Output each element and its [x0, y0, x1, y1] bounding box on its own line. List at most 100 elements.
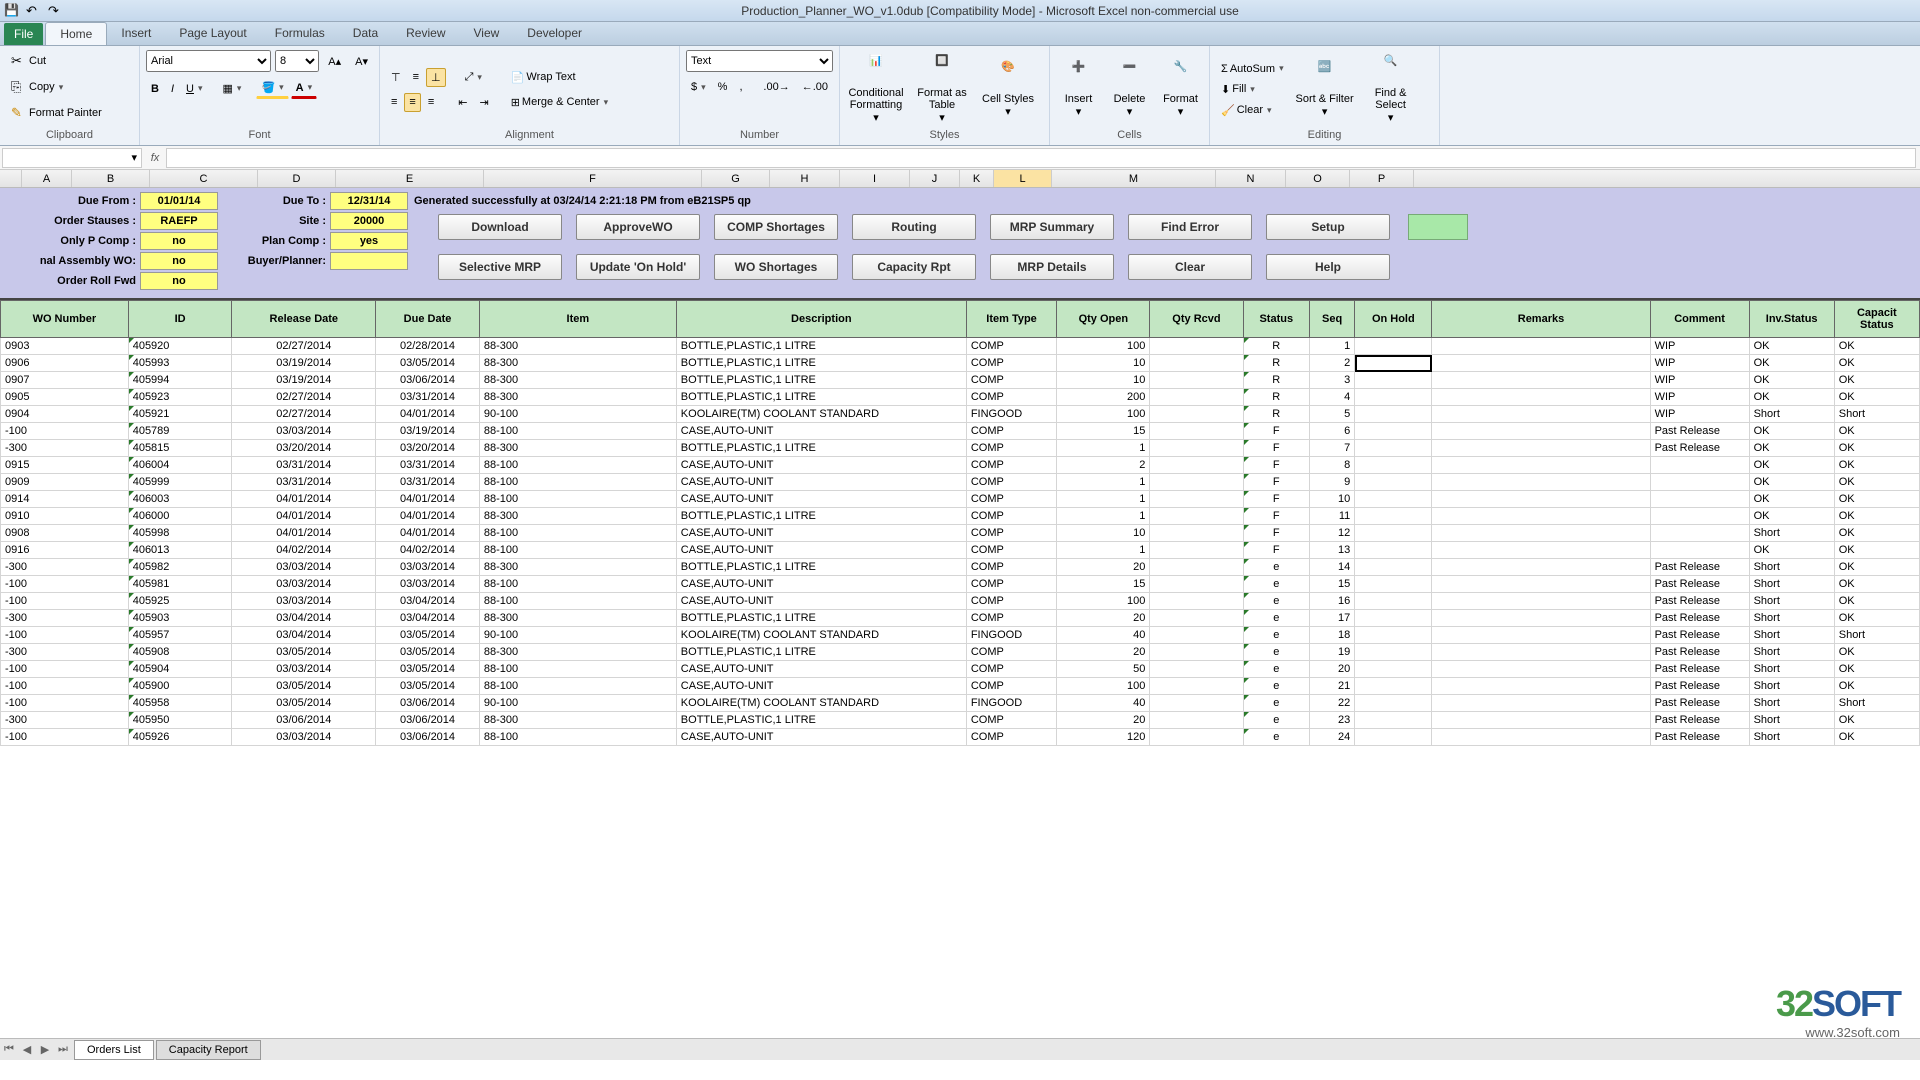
sheet-nav-prev-icon[interactable]: ◀ [18, 1043, 36, 1056]
cell[interactable] [1650, 542, 1749, 559]
column-header[interactable]: Comment [1650, 301, 1749, 338]
cell[interactable]: 04/01/2014 [232, 491, 376, 508]
cell[interactable]: 0915 [1, 457, 129, 474]
cell[interactable]: e [1243, 627, 1310, 644]
cell[interactable]: OK [1834, 372, 1919, 389]
cell[interactable]: -300 [1, 559, 129, 576]
cell[interactable]: Short [1749, 610, 1834, 627]
column-header[interactable]: Description [676, 301, 966, 338]
cell[interactable] [1432, 406, 1650, 423]
column-header[interactable]: Remarks [1432, 301, 1650, 338]
cell[interactable]: 405982 [128, 559, 232, 576]
table-row[interactable]: 091440600304/01/201404/01/201488-100CASE… [1, 491, 1920, 508]
col-header-A[interactable]: A [22, 170, 72, 187]
currency-icon[interactable]: $ [686, 78, 711, 96]
cell[interactable]: 405925 [128, 593, 232, 610]
cell[interactable]: e [1243, 661, 1310, 678]
cell[interactable]: 405926 [128, 729, 232, 746]
cell[interactable]: 10 [1057, 355, 1150, 372]
cell[interactable] [1355, 610, 1432, 627]
cell[interactable]: 0914 [1, 491, 129, 508]
cell[interactable] [1432, 491, 1650, 508]
italic-button[interactable]: I [166, 78, 179, 99]
column-header[interactable]: Item [479, 301, 676, 338]
col-header-D[interactable]: D [258, 170, 336, 187]
cell[interactable] [1432, 508, 1650, 525]
cell[interactable]: 406003 [128, 491, 232, 508]
cell[interactable]: 24 [1310, 729, 1355, 746]
cell[interactable] [1150, 406, 1243, 423]
panel-value[interactable] [330, 252, 408, 270]
cell[interactable] [1432, 440, 1650, 457]
cell[interactable]: COMP [966, 559, 1056, 576]
cell[interactable]: 90-100 [479, 695, 676, 712]
cell[interactable]: Short [1749, 695, 1834, 712]
cell[interactable]: -100 [1, 729, 129, 746]
cell[interactable] [1150, 372, 1243, 389]
cell[interactable]: 0906 [1, 355, 129, 372]
cell[interactable]: 10 [1310, 491, 1355, 508]
cell[interactable]: Past Release [1650, 627, 1749, 644]
column-header[interactable]: Capacit Status [1834, 301, 1919, 338]
cell[interactable] [1432, 661, 1650, 678]
cell[interactable]: 0908 [1, 525, 129, 542]
sort-filter-button[interactable]: 🔤Sort & Filter▾ [1295, 61, 1355, 117]
redo-icon[interactable] [48, 3, 64, 19]
update-on-hold--button[interactable]: Update 'On Hold' [576, 254, 700, 280]
cell[interactable]: 04/01/2014 [232, 508, 376, 525]
panel-value[interactable]: no [140, 272, 218, 290]
cell[interactable]: 04/01/2014 [376, 491, 480, 508]
cell[interactable]: CASE,AUTO-UNIT [676, 457, 966, 474]
cell[interactable]: 405994 [128, 372, 232, 389]
cell[interactable] [1355, 559, 1432, 576]
merge-center-button[interactable]: ⊞ Merge & Center [506, 93, 613, 112]
panel-value[interactable]: 12/31/14 [330, 192, 408, 210]
cell[interactable] [1432, 627, 1650, 644]
cell[interactable]: 88-300 [479, 712, 676, 729]
cell[interactable]: OK [1749, 338, 1834, 355]
panel-value[interactable]: no [140, 252, 218, 270]
cell[interactable]: COMP [966, 457, 1056, 474]
cell[interactable]: OK [1749, 474, 1834, 491]
table-row[interactable]: -30040581503/20/201403/20/201488-300BOTT… [1, 440, 1920, 457]
column-header[interactable]: WO Number [1, 301, 129, 338]
cell[interactable]: COMP [966, 542, 1056, 559]
cell[interactable]: e [1243, 695, 1310, 712]
cell[interactable] [1150, 644, 1243, 661]
cell[interactable]: 88-100 [479, 542, 676, 559]
cell[interactable]: OK [1834, 576, 1919, 593]
delete-button[interactable]: ➖Delete▾ [1107, 61, 1152, 117]
cell[interactable] [1432, 576, 1650, 593]
cell[interactable] [1150, 542, 1243, 559]
cell[interactable]: 100 [1057, 593, 1150, 610]
cell[interactable]: 21 [1310, 678, 1355, 695]
cell[interactable]: F [1243, 457, 1310, 474]
cell[interactable]: Short [1834, 695, 1919, 712]
cell[interactable]: 88-100 [479, 457, 676, 474]
col-header-L[interactable]: L [994, 170, 1052, 187]
cell[interactable]: 03/31/2014 [232, 457, 376, 474]
cell[interactable]: Short [1749, 644, 1834, 661]
cell[interactable]: 0916 [1, 542, 129, 559]
cell[interactable] [1355, 423, 1432, 440]
cell[interactable]: 03/04/2014 [232, 610, 376, 627]
cell[interactable] [1150, 593, 1243, 610]
cell[interactable]: 2 [1310, 355, 1355, 372]
cell[interactable]: 6 [1310, 423, 1355, 440]
cell[interactable]: -100 [1, 593, 129, 610]
cell[interactable]: 405920 [128, 338, 232, 355]
cut-button[interactable]: Cut [6, 50, 51, 72]
cell[interactable] [1432, 610, 1650, 627]
cell[interactable]: BOTTLE,PLASTIC,1 LITRE [676, 355, 966, 372]
tab-review[interactable]: Review [392, 22, 459, 45]
cell[interactable] [1432, 372, 1650, 389]
cell[interactable]: 405921 [128, 406, 232, 423]
selective-mrp-button[interactable]: Selective MRP [438, 254, 562, 280]
download-button[interactable]: Download [438, 214, 562, 240]
cell[interactable]: 20 [1310, 661, 1355, 678]
conditional-formatting-button[interactable]: 📊Conditional Formatting▾ [846, 55, 906, 123]
cell[interactable]: 04/01/2014 [232, 525, 376, 542]
comp-shortages-button[interactable]: COMP Shortages [714, 214, 838, 240]
cell[interactable]: 1 [1310, 338, 1355, 355]
cell[interactable]: 03/31/2014 [232, 474, 376, 491]
